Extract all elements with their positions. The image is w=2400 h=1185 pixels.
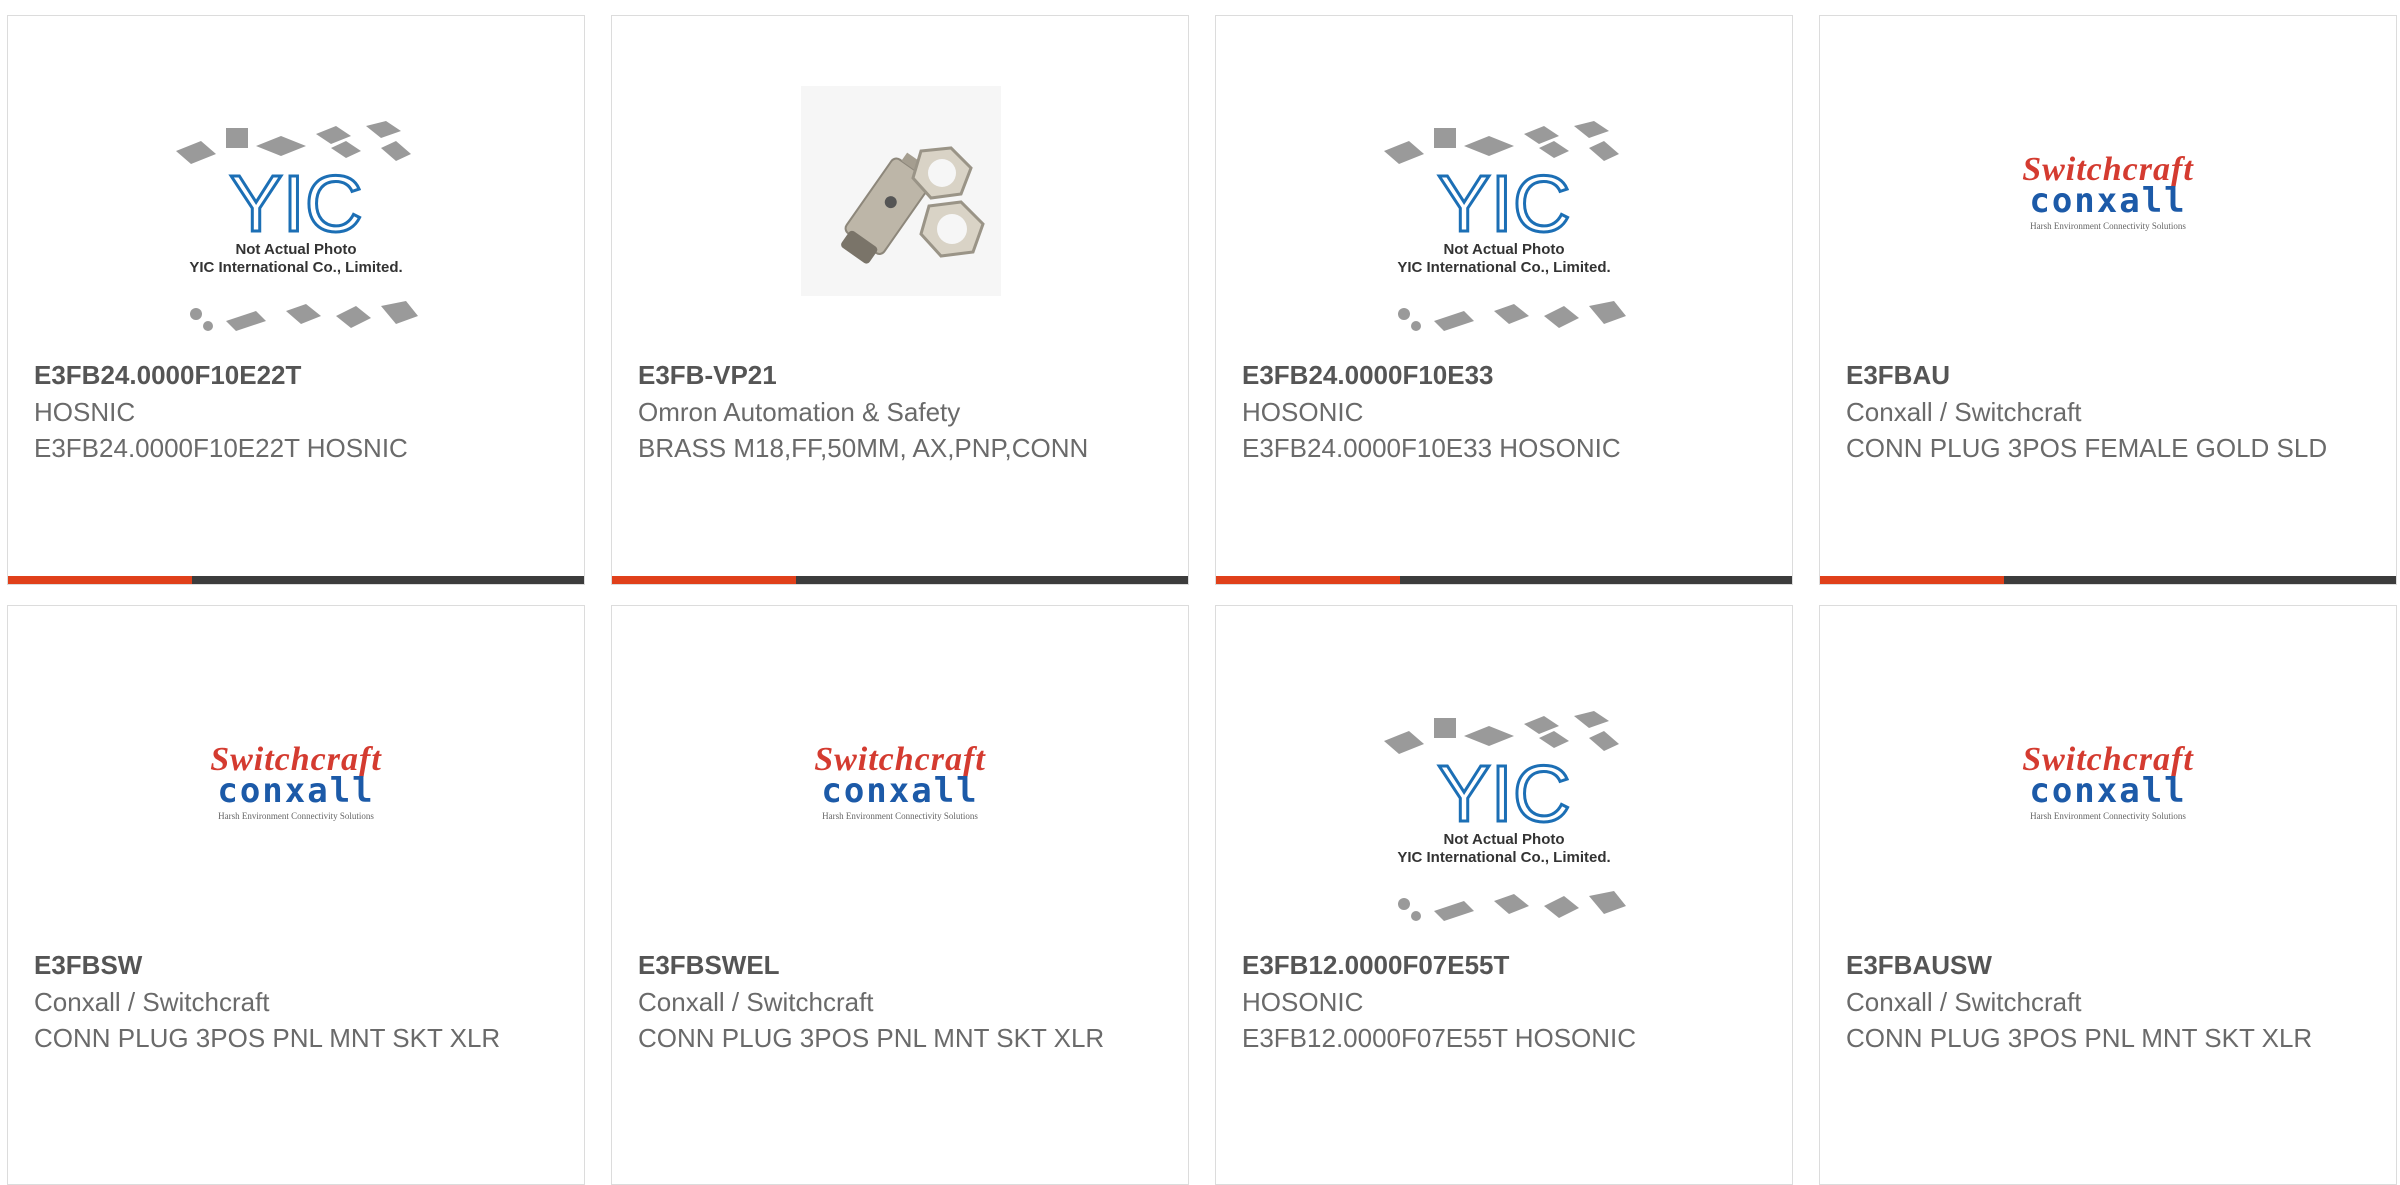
card-accent [1820, 576, 2004, 584]
manufacturer: Conxall / Switchcraft [34, 987, 270, 1017]
logo-conxall-text: conxall [217, 771, 375, 811]
product-card[interactable]: Switchcraft conxall Harsh Environment Co… [611, 605, 1189, 1185]
placeholder-line-2: YIC International Co., Limited. [189, 259, 403, 276]
manufacturer: Conxall / Switchcraft [1846, 397, 2082, 427]
card-accent [8, 576, 192, 584]
product-image[interactable]: YIC Not Actual Photo YIC International C… [1216, 606, 1792, 946]
part-number[interactable]: E3FB24.0000F10E33 [1242, 356, 1772, 394]
product-card[interactable]: YIC Not Actual Photo YIC International C… [1215, 605, 1793, 1185]
switchcraft-logo: Switchcraft conxall Harsh Environment Co… [191, 741, 401, 841]
product-card[interactable]: Switchcraft conxall Harsh Environment Co… [1819, 605, 2397, 1185]
product-image[interactable]: Switchcraft conxall Harsh Environment Co… [612, 606, 1188, 946]
switchcraft-logo: Switchcraft conxall Harsh Environment Co… [2003, 151, 2213, 251]
product-card[interactable]: YIC Not Actual Photo YIC International C… [7, 15, 585, 585]
logo-tagline: Harsh Environment Connectivity Solutions [218, 811, 374, 821]
placeholder-line-1: Not Actual Photo [235, 241, 357, 258]
switchcraft-logo: Switchcraft conxall Harsh Environment Co… [2003, 741, 2213, 841]
logo-tagline: Harsh Environment Connectivity Solutions [2030, 811, 2186, 821]
part-number[interactable]: E3FB12.0000F07E55T [1242, 946, 1772, 984]
logo-conxall-text: conxall [2029, 771, 2187, 811]
logo-conxall-text: conxall [2029, 181, 2187, 221]
yic-placeholder-image: YIC Not Actual Photo YIC International C… [156, 106, 436, 356]
svg-text:YIC: YIC [229, 159, 362, 248]
logo-tagline: Harsh Environment Connectivity Solutions [2030, 221, 2186, 231]
manufacturer: HOSONIC [1242, 987, 1364, 1017]
logo-tagline: Harsh Environment Connectivity Solutions [822, 811, 978, 821]
card-accent [1216, 576, 1400, 584]
card-bottom-bar [1820, 576, 2396, 584]
svg-text:YIC: YIC [1437, 159, 1570, 248]
product-image[interactable]: YIC Not Actual Photo YIC International C… [8, 16, 584, 356]
part-number[interactable]: E3FBSWEL [638, 946, 1168, 984]
sensor-photo [801, 86, 1001, 296]
part-number[interactable]: E3FB24.0000F10E22T [34, 356, 564, 394]
description: BRASS M18,FF,50MM, AX,PNP,CONN [638, 433, 1089, 463]
yic-placeholder-image: YIC Not Actual Photo YIC International C… [1364, 106, 1644, 356]
switchcraft-logo: Switchcraft conxall Harsh Environment Co… [795, 741, 1005, 841]
card-bottom-bar [8, 576, 584, 584]
description: CONN PLUG 3POS PNL MNT SKT XLR [34, 1023, 501, 1053]
description: E3FB12.0000F07E55T HOSONIC [1242, 1023, 1637, 1053]
product-image[interactable]: Switchcraft conxall Harsh Environment Co… [1820, 16, 2396, 356]
manufacturer: HOSNIC [34, 397, 136, 427]
product-card[interactable]: YIC Not Actual Photo YIC International C… [1215, 15, 1793, 585]
manufacturer: Omron Automation & Safety [638, 397, 961, 427]
part-number[interactable]: E3FB-VP21 [638, 356, 1168, 394]
product-image[interactable]: Switchcraft conxall Harsh Environment Co… [8, 606, 584, 946]
manufacturer: HOSONIC [1242, 397, 1364, 427]
placeholder-line-1: Not Actual Photo [1443, 831, 1565, 848]
product-image[interactable]: YIC Not Actual Photo YIC International C… [1216, 16, 1792, 356]
manufacturer: Conxall / Switchcraft [1846, 987, 2082, 1017]
placeholder-line-1: Not Actual Photo [1443, 241, 1565, 258]
part-number[interactable]: E3FBAU [1846, 356, 2376, 394]
part-number[interactable]: E3FBSW [34, 946, 564, 984]
part-number[interactable]: E3FBAUSW [1846, 946, 2376, 984]
description: CONN PLUG 3POS FEMALE GOLD SLD [1846, 433, 2328, 463]
product-image[interactable]: Switchcraft conxall Harsh Environment Co… [1820, 606, 2396, 946]
placeholder-line-2: YIC International Co., Limited. [1397, 259, 1611, 276]
product-card[interactable]: Switchcraft conxall Harsh Environment Co… [1819, 15, 2397, 585]
logo-conxall-text: conxall [821, 771, 979, 811]
product-card[interactable]: E3FB-VP21 Omron Automation & Safety BRAS… [611, 15, 1189, 585]
product-card[interactable]: Switchcraft conxall Harsh Environment Co… [7, 605, 585, 1185]
yic-placeholder-image: YIC Not Actual Photo YIC International C… [1364, 696, 1644, 946]
card-bottom-bar [612, 576, 1188, 584]
svg-text:YIC: YIC [1437, 749, 1570, 838]
card-accent [612, 576, 796, 584]
product-image[interactable] [612, 16, 1188, 356]
description: CONN PLUG 3POS PNL MNT SKT XLR [1846, 1023, 2313, 1053]
description: E3FB24.0000F10E22T HOSNIC [34, 433, 408, 463]
card-bottom-bar [1216, 576, 1792, 584]
placeholder-line-2: YIC International Co., Limited. [1397, 849, 1611, 866]
description: CONN PLUG 3POS PNL MNT SKT XLR [638, 1023, 1105, 1053]
description: E3FB24.0000F10E33 HOSONIC [1242, 433, 1621, 463]
manufacturer: Conxall / Switchcraft [638, 987, 874, 1017]
